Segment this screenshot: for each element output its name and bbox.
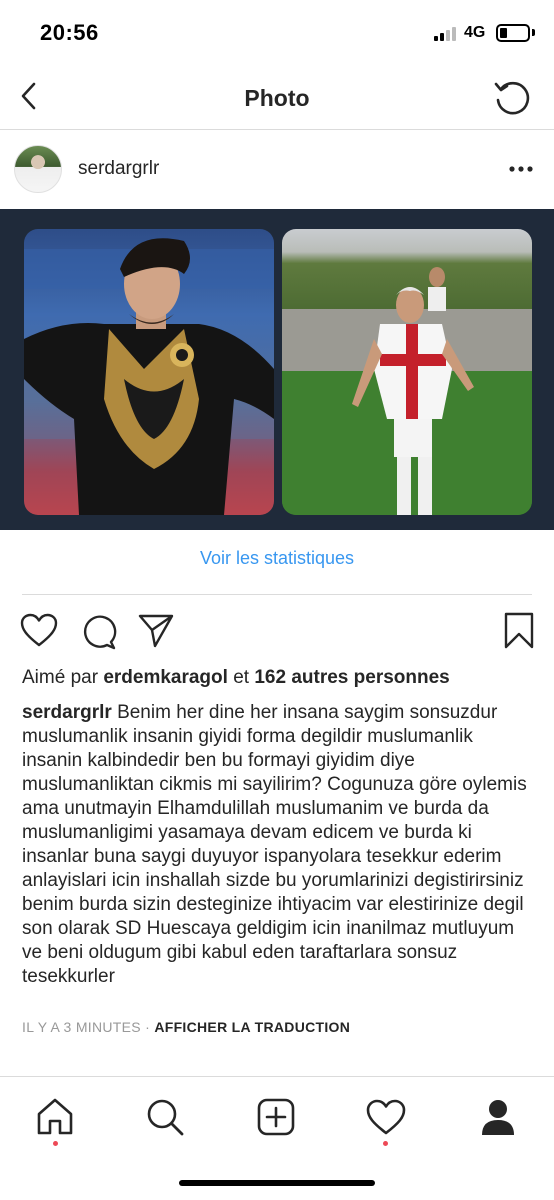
tab-home[interactable]: [33, 1095, 77, 1139]
divider: [22, 594, 532, 595]
meta-separator: ·: [145, 1019, 151, 1035]
view-insights-link[interactable]: Voir les statistiques: [0, 548, 554, 569]
activity-notification-dot: [383, 1141, 388, 1146]
refresh-button[interactable]: [490, 78, 534, 118]
status-time: 20:56: [40, 20, 99, 45]
refresh-icon: [494, 81, 530, 115]
likes-conjunction: et: [233, 667, 250, 688]
search-icon: [147, 1099, 184, 1136]
comment-button[interactable]: [79, 612, 117, 650]
share-button[interactable]: [137, 612, 175, 650]
comment-icon: [83, 615, 117, 650]
caption-username[interactable]: serdargrlr: [22, 702, 112, 723]
tab-profile[interactable]: [476, 1095, 520, 1139]
avatar[interactable]: [14, 145, 62, 193]
heart-icon: [20, 613, 58, 647]
post-image[interactable]: [0, 209, 554, 530]
home-icon: [37, 1098, 73, 1135]
tab-new-post[interactable]: [254, 1095, 298, 1139]
save-button[interactable]: [502, 612, 540, 650]
tab-search[interactable]: [143, 1095, 187, 1139]
see-translation-link[interactable]: AFFICHER LA TRADUCTION: [154, 1019, 350, 1035]
more-horizontal-icon: [509, 166, 533, 172]
more-options-button[interactable]: [506, 157, 536, 181]
post-header: serdargrlr: [0, 131, 554, 209]
activity-icon: [366, 1099, 406, 1135]
liked-by-username[interactable]: erdemkaragol: [103, 667, 228, 688]
like-button[interactable]: [20, 612, 58, 650]
post-meta: IL Y A 3 MINUTES · AFFICHER LA TRADUCTIO…: [22, 1019, 350, 1035]
network-type: 4G: [464, 24, 486, 41]
signal-icon: [434, 27, 460, 41]
nav-bar: Photo: [0, 64, 554, 130]
new-post-icon: [257, 1098, 295, 1136]
battery-cap: [532, 29, 535, 36]
status-bar: 20:56 4G: [0, 0, 554, 64]
tab-activity[interactable]: [364, 1095, 408, 1139]
post-username[interactable]: serdargrlr: [78, 158, 159, 180]
likes-others[interactable]: 162 autres personnes: [254, 667, 449, 688]
photo-player-black-kit: [24, 229, 274, 515]
caption-text: Benim her dine her insana saygim sonsuzd…: [22, 702, 527, 987]
likes-prefix: Aimé par: [22, 667, 99, 688]
home-notification-dot: [53, 1141, 58, 1146]
page-title: Photo: [244, 85, 310, 111]
profile-icon: [482, 1100, 514, 1135]
post-timestamp: IL Y A 3 MINUTES: [22, 1019, 141, 1035]
send-icon: [138, 614, 174, 648]
post-caption: serdargrlr Benim her dine her insana say…: [22, 701, 534, 989]
bookmark-icon: [504, 612, 534, 649]
home-indicator: [179, 1180, 375, 1186]
photo-player-white-kit: [282, 229, 532, 515]
battery-icon: [496, 24, 530, 42]
likes-summary[interactable]: Aimé par erdemkaragol et 162 autres pers…: [22, 667, 450, 689]
